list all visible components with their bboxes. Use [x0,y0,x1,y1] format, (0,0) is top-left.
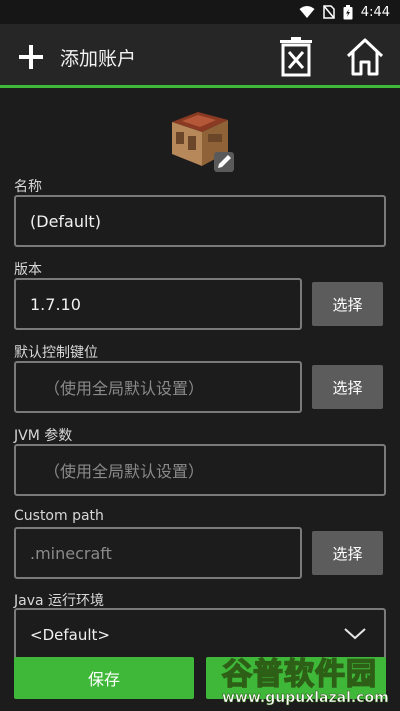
version-label: 版本 [14,262,42,278]
name-input[interactable]: (Default) [14,195,386,247]
java-label: Java 运行环境 [14,593,105,609]
controls-input[interactable]: （使用全局默认设置） [14,361,302,413]
save-button-secondary[interactable] [206,657,386,699]
java-runtime-dropdown[interactable]: <Default> [14,608,386,658]
chevron-down-icon [344,628,366,640]
app-bar: 添加账户 [0,24,400,88]
jvm-placeholder: （使用全局默认设置） [44,462,205,481]
controls-label: 默认控制键位 [14,345,98,361]
wifi-icon [299,6,315,18]
home-icon[interactable] [344,36,386,78]
controls-select-button[interactable]: 选择 [312,365,383,409]
jvm-input[interactable]: （使用全局默认设置） [14,444,386,496]
add-icon[interactable] [16,42,46,72]
custom-path-placeholder: .minecraft [30,543,112,563]
controls-placeholder: （使用全局默认设置） [44,379,205,398]
no-sim-icon [323,5,335,19]
crafting-table-avatar[interactable] [168,108,236,174]
version-select-button[interactable]: 选择 [312,282,383,326]
status-time: 4:44 [360,4,390,20]
custom-path-input[interactable]: .minecraft [14,527,302,579]
version-input[interactable]: 1.7.10 [14,278,302,330]
name-label: 名称 [14,179,42,195]
custom-path-select-button[interactable]: 选择 [312,531,383,575]
battery-icon [343,4,353,19]
java-runtime-value: <Default> [30,626,110,644]
status-bar: 4:44 [0,0,400,24]
custom-path-label: Custom path [14,508,104,524]
save-button[interactable]: 保存 [14,657,194,699]
delete-icon[interactable] [276,36,316,78]
edit-pencil-icon[interactable] [214,152,234,172]
page-title: 添加账户 [60,48,137,70]
jvm-label: JVM 参数 [14,428,73,444]
